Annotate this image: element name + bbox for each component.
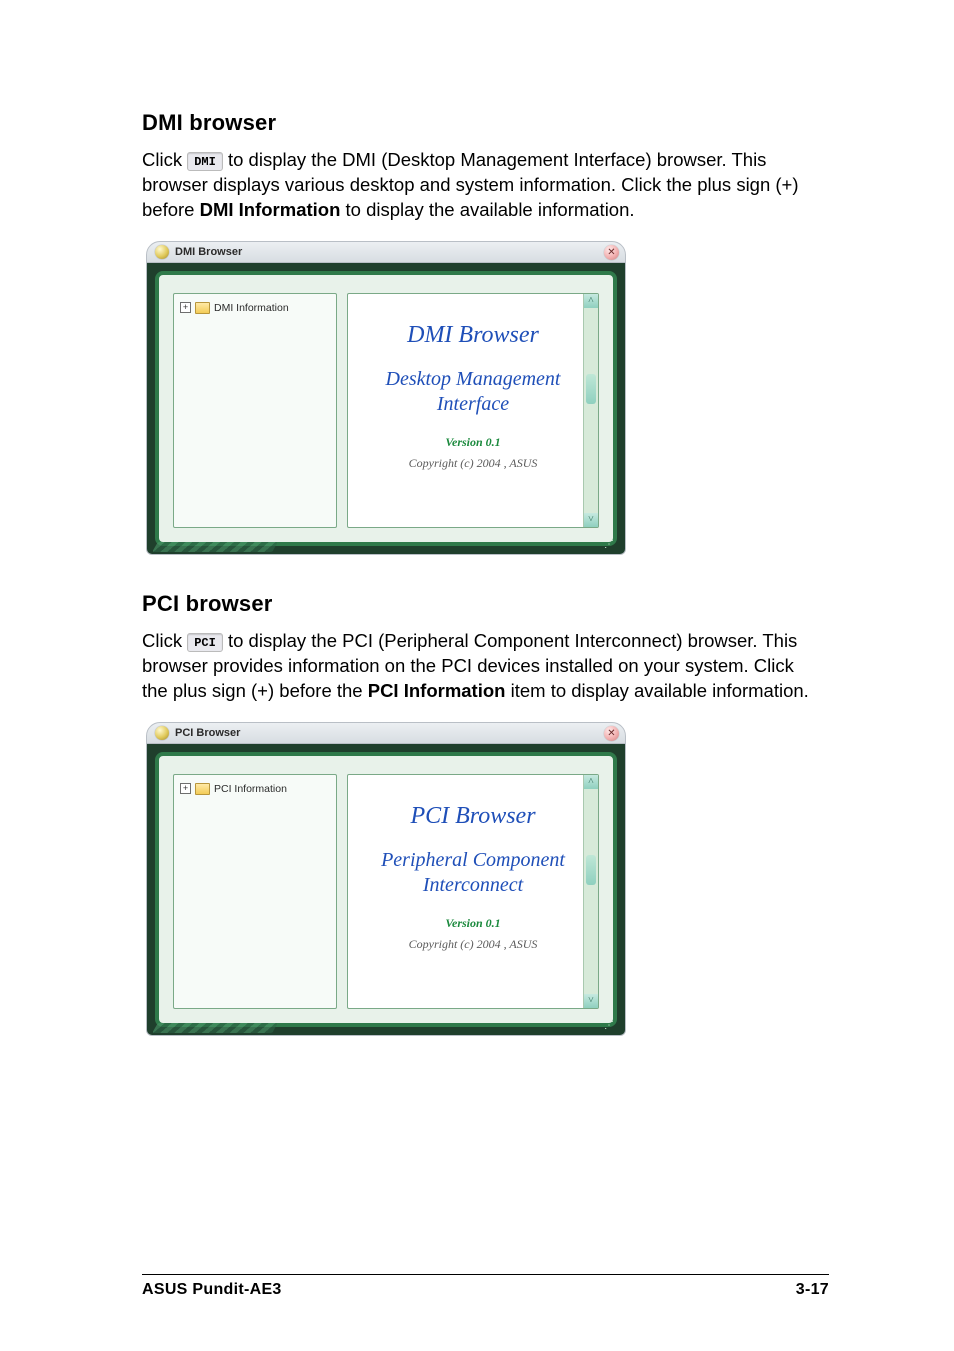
scroll-up-icon[interactable]: ˄ [584,775,598,789]
dmi-paragraph: Click DMI to display the DMI (Desktop Ma… [142,148,819,223]
dmi-inline-button[interactable]: DMI [187,152,223,171]
pci-frame: + PCI Information ˄ ˅ PCI Browser Periph… [155,752,617,1027]
expand-icon[interactable]: + [180,302,191,313]
resize-grip-icon[interactable]: ⋰ [604,1020,615,1031]
pci-title-text: PCI Browser [175,727,240,739]
pci-para-pre: Click [142,630,187,651]
document-page: DMI browser Click DMI to display the DMI… [0,0,954,1351]
pci-sub-line2: Interconnect [423,874,523,896]
dmi-titlebar[interactable]: DMI Browser ✕ [146,241,626,263]
dmi-tree-root[interactable]: + DMI Information [180,302,330,314]
footer-right: 3-17 [796,1281,829,1299]
dmi-version: Version 0.1 [445,435,500,450]
dmi-content-sub: Desktop Management Interface [386,367,561,417]
dmi-tree-root-label: DMI Information [214,302,289,314]
pci-tree[interactable]: + PCI Information [173,774,337,1009]
dmi-window: DMI Browser ✕ + DMI Information ˄ ˅ [146,241,626,555]
expand-icon[interactable]: + [180,783,191,794]
dmi-tree[interactable]: + DMI Information [173,293,337,528]
pci-content-pane: ˄ ˅ PCI Browser Peripheral Component Int… [347,774,599,1009]
decorative-stripes [152,1023,278,1033]
dmi-sub-line2: Interface [437,393,509,415]
pci-bold-term: PCI Information [368,680,506,701]
close-icon[interactable]: ✕ [604,726,619,741]
scroll-down-icon[interactable]: ˅ [584,513,598,527]
folder-icon [195,302,210,314]
pci-version: Version 0.1 [445,916,500,931]
pci-copyright: Copyright (c) 2004 , ASUS [409,937,538,952]
pci-heading: PCI browser [142,591,819,617]
dmi-content-headline: DMI Browser [407,322,539,349]
close-icon[interactable]: ✕ [604,245,619,260]
pci-tree-root-label: PCI Information [214,783,287,795]
scroll-thumb[interactable] [586,855,596,885]
folder-icon [195,783,210,795]
dmi-copyright: Copyright (c) 2004 , ASUS [409,456,538,471]
dmi-title-text: DMI Browser [175,246,242,258]
pci-sub-line1: Peripheral Component [381,849,565,871]
dmi-content-pane: ˄ ˅ DMI Browser Desktop Management Inter… [347,293,599,528]
scroll-up-icon[interactable]: ˄ [584,294,598,308]
pci-window-body: + PCI Information ˄ ˅ PCI Browser Periph… [146,744,626,1036]
pci-tree-root[interactable]: + PCI Information [180,783,330,795]
pci-scrollbar[interactable]: ˄ ˅ [583,775,598,1008]
pci-content-headline: PCI Browser [410,803,535,830]
pci-para-mid2: item to display available information. [511,680,809,701]
dmi-bold-term: DMI Information [200,199,341,220]
scroll-thumb[interactable] [586,374,596,404]
decorative-stripes [152,542,278,552]
dmi-frame: + DMI Information ˄ ˅ DMI Browser Deskto… [155,271,617,546]
dmi-window-body: + DMI Information ˄ ˅ DMI Browser Deskto… [146,263,626,555]
dmi-heading: DMI browser [142,110,819,136]
dmi-para-pre: Click [142,149,187,170]
pci-window: PCI Browser ✕ + PCI Information ˄ ˅ [146,722,626,1036]
scroll-down-icon[interactable]: ˅ [584,994,598,1008]
dmi-scrollbar[interactable]: ˄ ˅ [583,294,598,527]
app-icon [155,726,169,740]
pci-inline-button[interactable]: PCI [187,633,223,652]
resize-grip-icon[interactable]: ⋰ [604,539,615,550]
footer-left: ASUS Pundit-AE3 [142,1281,282,1299]
dmi-para-mid2: to display the available information. [346,199,635,220]
page-footer: ASUS Pundit-AE3 3-17 [142,1274,829,1299]
pci-content-sub: Peripheral Component Interconnect [381,848,565,898]
pci-titlebar[interactable]: PCI Browser ✕ [146,722,626,744]
app-icon [155,245,169,259]
dmi-sub-line1: Desktop Management [386,368,561,390]
pci-paragraph: Click PCI to display the PCI (Peripheral… [142,629,819,704]
